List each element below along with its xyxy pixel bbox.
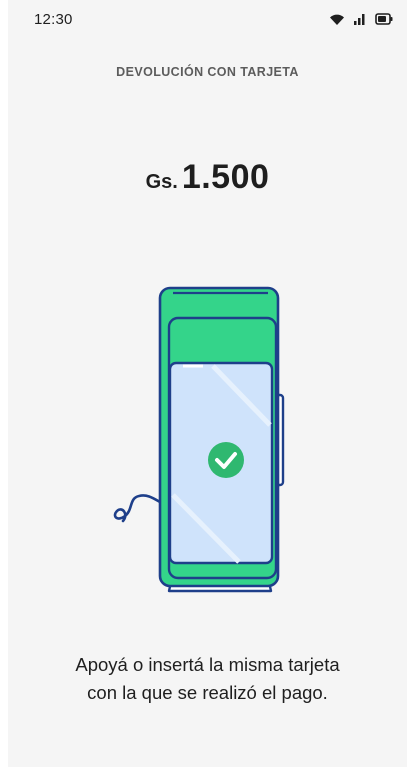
instructions-text: Apoyá o insertá la misma tarjeta con la … (8, 651, 407, 707)
status-icons (329, 12, 393, 31)
refund-amount: Gs. 1.500 (8, 158, 407, 197)
check-icon (208, 442, 244, 478)
instructions-line-2: con la que se realizó el pago. (87, 682, 328, 703)
amount-value: 1.500 (181, 158, 270, 196)
wifi-icon (329, 12, 345, 31)
battery-icon (375, 12, 393, 31)
page-title: DEVOLUCIÓN CON TARJETA (116, 65, 299, 79)
status-time: 12:30 (34, 11, 73, 28)
amount-currency: Gs. (145, 171, 178, 193)
signal-icon (353, 12, 367, 31)
app-screen: 12:30 DEVOLUCIÓN CON TARJETA Gs. 1.500 A… (0, 0, 415, 767)
card-terminal-illustration (103, 280, 303, 600)
instructions-line-1: Apoyá o insertá la misma tarjeta (75, 654, 340, 675)
card-refund-view: 12:30 DEVOLUCIÓN CON TARJETA Gs. 1.500 A… (8, 0, 407, 767)
status-bar: 12:30 (8, 0, 407, 40)
